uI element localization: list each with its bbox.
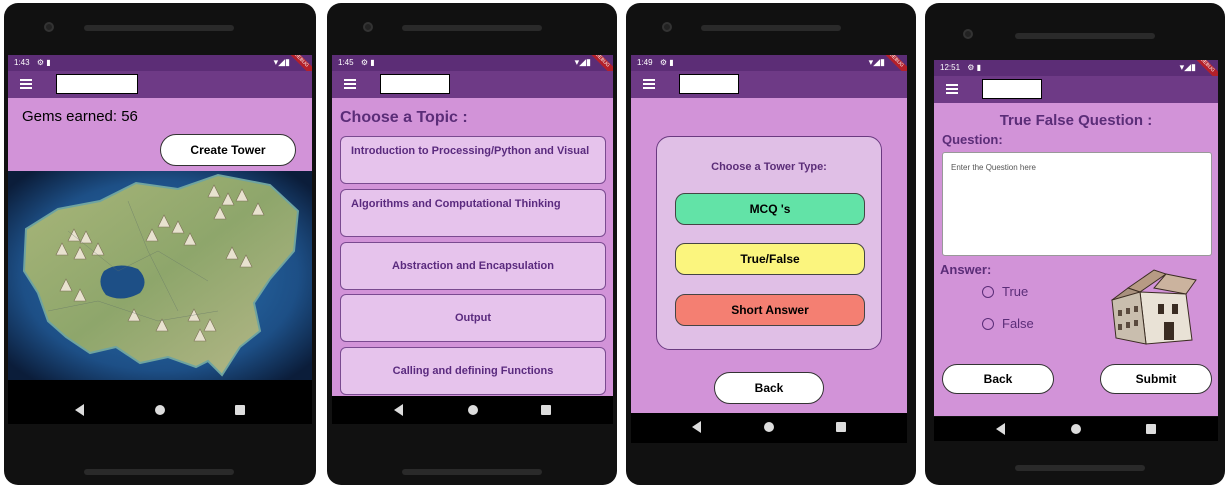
- status-bar: 1:43 ⚙ ▮ ▾◢▮ DEBUG: [8, 55, 312, 81]
- front-camera: [963, 29, 973, 39]
- nav-recents-icon[interactable]: [836, 422, 847, 432]
- redacted-title: [56, 74, 138, 94]
- front-camera: [662, 22, 672, 32]
- system-nav-bar: [934, 417, 1218, 441]
- app-bar: [332, 71, 613, 98]
- front-camera: [363, 22, 373, 32]
- earpiece: [402, 25, 542, 31]
- topic-item[interactable]: Calling and defining Functions: [340, 347, 606, 395]
- tower-illustration: [1106, 260, 1206, 350]
- redacted-title: [679, 74, 739, 94]
- radio-true[interactable]: True: [982, 284, 1028, 299]
- phone-3: 1:49 ⚙ ▮ ▾◢▮ DEBUG Choose a Tower Type: …: [626, 3, 916, 485]
- true-false-button[interactable]: True/False: [675, 243, 865, 275]
- phone-1: 1:43 ⚙ ▮ ▾◢▮ DEBUG Gems earned: 56 Creat…: [4, 3, 316, 485]
- nav-back-icon[interactable]: [393, 404, 403, 416]
- topic-item[interactable]: Algorithms and Computational Thinking: [340, 189, 606, 237]
- topic-item[interactable]: Output: [340, 294, 606, 342]
- system-nav-bar: [631, 413, 907, 443]
- chin-bar: [402, 469, 542, 475]
- gems-panel: Gems earned: 56 Create Tower: [8, 98, 312, 171]
- page-title: Choose a Topic :: [340, 109, 468, 126]
- mcq-button[interactable]: MCQ 's: [675, 193, 865, 225]
- world-map[interactable]: [8, 171, 312, 396]
- answer-label: Answer:: [940, 262, 992, 277]
- chin-bar: [1015, 465, 1145, 471]
- screen-true-false: 12:51 ⚙ ▮ ▾◢▮ DEBUG True False Question …: [934, 60, 1218, 416]
- nav-back-icon[interactable]: [996, 423, 1006, 435]
- status-icons: ⚙ ▮: [659, 58, 674, 67]
- screen-topics: 1:45 ⚙ ▮ ▾◢▮ DEBUG Choose a Topic : Intr…: [332, 55, 613, 424]
- earpiece: [84, 25, 234, 31]
- front-camera: [44, 22, 54, 32]
- nav-home-icon[interactable]: [155, 405, 165, 415]
- gems-earned-label: Gems earned: 56: [22, 108, 138, 125]
- status-icons: ⚙ ▮: [967, 63, 982, 72]
- status-right-icons: ▾◢▮: [1179, 62, 1196, 72]
- status-right-icons: ▾◢▮: [273, 57, 290, 67]
- nav-back-icon[interactable]: [74, 404, 84, 416]
- radio-false-label: False: [1002, 316, 1034, 331]
- radio-false[interactable]: False: [982, 316, 1034, 331]
- screen-home: 1:43 ⚙ ▮ ▾◢▮ DEBUG Gems earned: 56 Creat…: [8, 55, 312, 424]
- topic-item[interactable]: Abstraction and Encapsulation: [340, 242, 606, 290]
- house-icon: [1111, 269, 1197, 345]
- status-time: 1:45: [338, 58, 354, 67]
- status-right-icons: ▾◢▮: [574, 57, 591, 67]
- redacted-title: [380, 74, 450, 94]
- redacted-title: [982, 79, 1042, 99]
- status-right-icons: ▾◢▮: [868, 57, 885, 67]
- status-icons: ⚙ ▮: [360, 58, 375, 67]
- map-image: [8, 171, 312, 380]
- page-title: True False Question :: [999, 112, 1153, 129]
- status-icons: ⚙ ▮: [36, 58, 51, 67]
- menu-icon[interactable]: [344, 79, 356, 91]
- app-bar: [631, 71, 907, 98]
- nav-back-icon[interactable]: [691, 421, 701, 433]
- system-nav-bar: [8, 396, 312, 424]
- submit-button[interactable]: Submit: [1100, 364, 1212, 394]
- tower-type-card: Choose a Tower Type: MCQ 's True/False S…: [656, 136, 882, 350]
- earpiece: [1015, 33, 1155, 39]
- back-button[interactable]: Back: [942, 364, 1054, 394]
- back-button[interactable]: Back: [714, 372, 824, 404]
- chin-bar: [84, 469, 234, 475]
- earpiece: [701, 25, 841, 31]
- short-answer-button[interactable]: Short Answer: [675, 294, 865, 326]
- status-bar: 12:51 ⚙ ▮ ▾◢▮ DEBUG: [934, 60, 1218, 86]
- menu-icon[interactable]: [946, 84, 958, 96]
- status-bar: 1:45 ⚙ ▮ ▾◢▮ DEBUG: [332, 55, 613, 81]
- phone-2: 1:45 ⚙ ▮ ▾◢▮ DEBUG Choose a Topic : Intr…: [327, 3, 617, 485]
- radio-circle-icon[interactable]: [982, 285, 994, 298]
- nav-home-icon[interactable]: [764, 422, 774, 432]
- status-time: 1:43: [14, 58, 30, 67]
- topic-item[interactable]: Introduction to Processing/Python and Vi…: [340, 136, 606, 184]
- menu-icon[interactable]: [643, 79, 655, 91]
- app-bar: [934, 76, 1218, 103]
- nav-recents-icon[interactable]: [1145, 424, 1156, 434]
- question-label: Question:: [942, 132, 1003, 147]
- nav-home-icon[interactable]: [467, 405, 478, 415]
- nav-recents-icon[interactable]: [235, 405, 246, 415]
- app-bar: [8, 71, 312, 98]
- tower-type-prompt: Choose a Tower Type:: [711, 161, 827, 173]
- create-tower-button[interactable]: Create Tower: [160, 134, 296, 166]
- nav-recents-icon[interactable]: [541, 405, 552, 415]
- system-nav-bar: [332, 396, 613, 424]
- radio-circle-icon[interactable]: [982, 317, 994, 330]
- status-bar: 1:49 ⚙ ▮ ▾◢▮ DEBUG: [631, 55, 907, 81]
- status-time: 12:51: [940, 63, 961, 72]
- question-input[interactable]: Enter the Question here: [942, 152, 1212, 256]
- nav-home-icon[interactable]: [1071, 424, 1081, 434]
- phone-4: 12:51 ⚙ ▮ ▾◢▮ DEBUG True False Question …: [925, 3, 1225, 485]
- screen-tower-type: 1:49 ⚙ ▮ ▾◢▮ DEBUG Choose a Tower Type: …: [631, 55, 907, 443]
- status-time: 1:49: [637, 58, 653, 67]
- radio-true-label: True: [1002, 284, 1029, 299]
- menu-icon[interactable]: [20, 79, 32, 91]
